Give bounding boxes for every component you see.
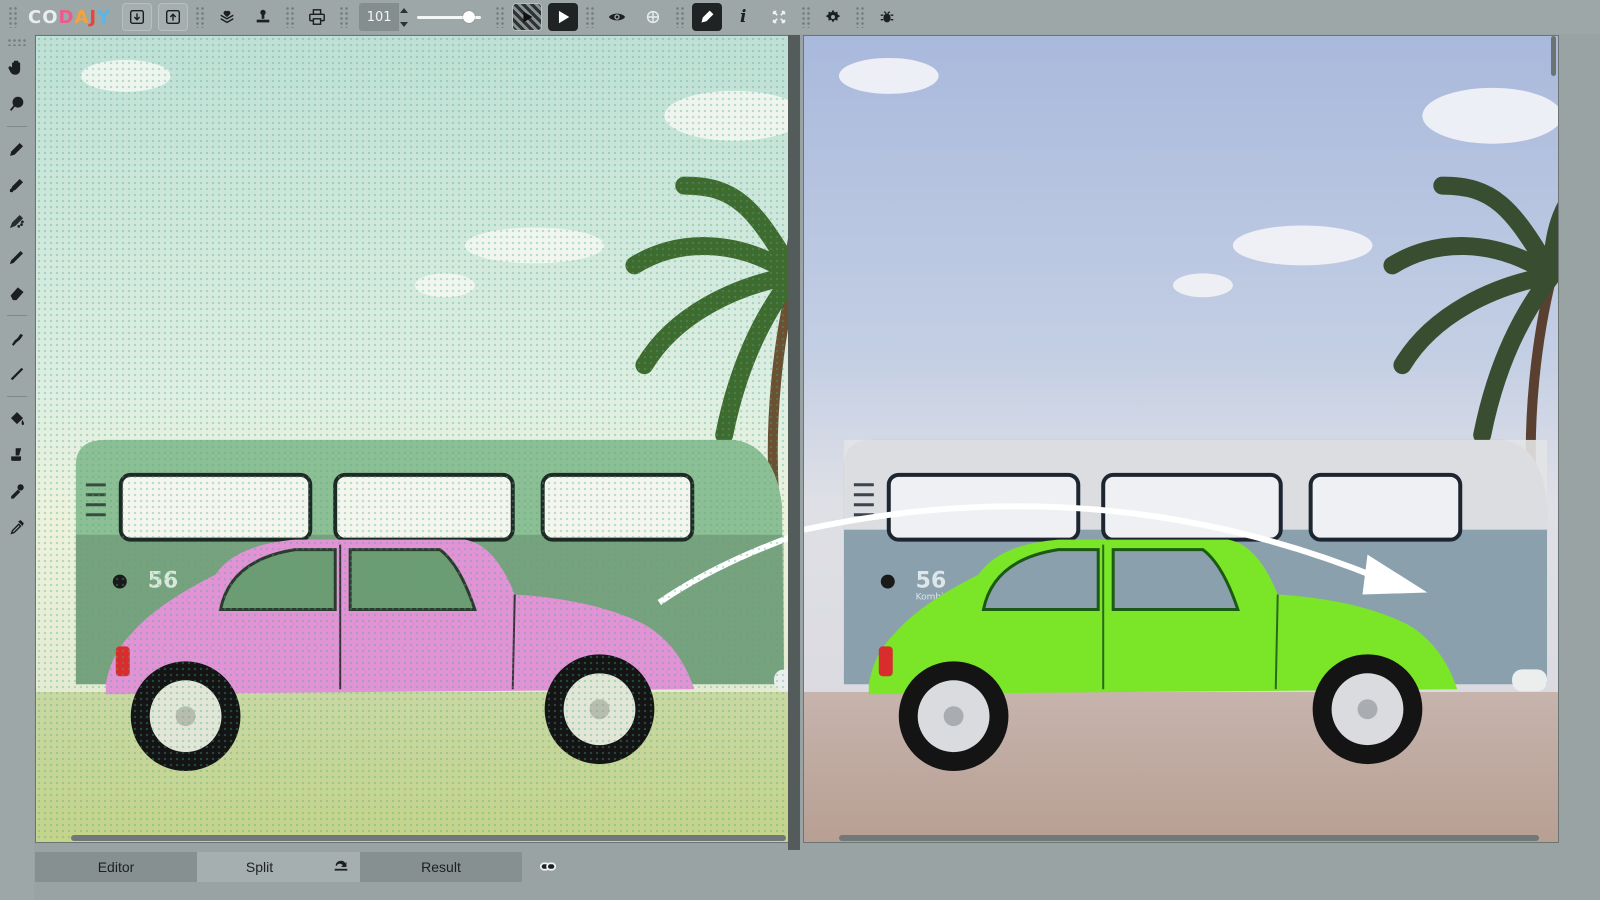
result-canvas[interactable]: 56 Kombi — [803, 35, 1559, 843]
toolbox-separator — [7, 315, 27, 316]
logo-letter: D — [58, 6, 75, 28]
brush-icon — [9, 250, 24, 265]
tab-editor[interactable]: Editor — [35, 852, 197, 882]
layers-heart-icon — [220, 10, 234, 24]
top-toolbar: CODAJY 101 i — [0, 0, 1600, 34]
toolbar-grip[interactable] — [585, 6, 596, 28]
download-icon — [130, 9, 145, 25]
stamp-icon — [256, 9, 270, 23]
result-horizontal-scrollbar[interactable] — [839, 835, 1539, 841]
fill-tool[interactable] — [4, 405, 30, 433]
toolbox-separator — [7, 126, 27, 127]
logo-letter: A — [74, 6, 90, 28]
logo-letter: O — [42, 6, 59, 28]
chevron-down-icon[interactable] — [400, 21, 409, 27]
play-frames-button[interactable] — [512, 3, 543, 31]
hide-icon — [647, 10, 660, 24]
toolbar-grip[interactable] — [495, 6, 506, 28]
hide-overlay-button[interactable] — [638, 3, 668, 31]
smudge-icon — [11, 333, 24, 346]
pencil-edit-icon — [701, 10, 714, 23]
editor-horizontal-scrollbar[interactable] — [71, 835, 786, 841]
info-icon: i — [739, 7, 747, 27]
split-divider[interactable] — [788, 35, 800, 850]
print-icon — [309, 9, 326, 25]
stamp-button[interactable] — [248, 3, 278, 31]
zoom-slider[interactable] — [417, 3, 482, 31]
upload-button[interactable] — [158, 3, 189, 31]
tab-result[interactable]: Result — [360, 852, 522, 882]
toolbar-grip[interactable] — [339, 6, 350, 28]
chevron-up-icon[interactable] — [400, 7, 409, 13]
stamp-tool-icon — [11, 448, 22, 461]
result-vertical-scrollbar[interactable] — [1551, 36, 1556, 76]
marker-tool[interactable] — [4, 171, 30, 199]
toolbar-grip[interactable] — [285, 6, 296, 28]
upload-icon — [166, 9, 181, 25]
pencil-tool[interactable] — [4, 135, 30, 163]
info-button[interactable]: i — [728, 3, 758, 31]
brush-tool[interactable] — [4, 243, 30, 271]
zoom-icon — [9, 96, 24, 111]
rotate-view-button[interactable] — [322, 852, 360, 882]
spray-icon — [9, 214, 24, 229]
line-tool[interactable] — [4, 360, 30, 388]
eraser-icon — [10, 287, 24, 301]
spray-tool[interactable] — [4, 207, 30, 235]
link-views-button[interactable] — [522, 852, 574, 882]
app-logo: CODAJY — [28, 7, 111, 28]
edit-grid-overlay — [36, 36, 797, 842]
logo-letter: J — [89, 6, 98, 28]
toolbar-grip[interactable] — [855, 6, 866, 28]
settings-icon — [825, 9, 841, 23]
toolbox-grip[interactable] — [7, 38, 27, 46]
toolbox-separator — [7, 396, 27, 397]
edit-mode-button[interactable] — [692, 3, 723, 31]
bug-icon — [880, 11, 894, 23]
logo-letter: C — [28, 6, 43, 28]
pencil-icon — [10, 142, 24, 156]
eyedropper-tool[interactable] — [4, 513, 30, 541]
toolbar-grip[interactable] — [675, 6, 686, 28]
hand-tool[interactable] — [4, 54, 30, 82]
zoom-tool[interactable] — [4, 90, 30, 118]
editor-canvas[interactable]: 56 — [35, 35, 798, 843]
layers-button[interactable] — [212, 3, 242, 31]
debug-button[interactable] — [872, 3, 902, 31]
eyedropper-icon — [10, 520, 24, 535]
color-picker-tool[interactable] — [4, 477, 30, 505]
play-striped-icon — [523, 11, 533, 23]
hand-icon — [8, 60, 21, 75]
play-button[interactable] — [548, 3, 579, 31]
rotate-icon — [334, 860, 348, 871]
fullscreen-button[interactable] — [764, 3, 794, 31]
download-button[interactable] — [122, 3, 153, 31]
fullscreen-icon — [772, 10, 786, 24]
eye-icon — [609, 13, 626, 21]
smudge-tool[interactable] — [4, 324, 30, 352]
toolbar-grip[interactable] — [801, 6, 812, 28]
marker-icon — [9, 178, 24, 193]
zoom-stepper[interactable] — [399, 3, 409, 31]
preview-button[interactable] — [602, 3, 632, 31]
tab-split[interactable]: Split — [197, 852, 322, 882]
fill-icon — [10, 412, 25, 426]
link-icon — [539, 862, 557, 871]
play-icon — [559, 10, 570, 24]
bus-plate-number: 56 — [916, 569, 947, 594]
settings-button[interactable] — [818, 3, 848, 31]
eraser-tool[interactable] — [4, 279, 30, 307]
result-photo: 56 Kombi — [804, 57, 1558, 772]
color-picker-icon — [11, 484, 24, 499]
print-button[interactable] — [302, 3, 332, 31]
line-icon — [10, 367, 24, 381]
zoom-slider-thumb[interactable] — [462, 11, 475, 23]
stamp-tool[interactable] — [4, 441, 30, 469]
view-tabs: Editor Split Result — [35, 852, 1565, 882]
zoom-value[interactable]: 101 — [359, 3, 400, 31]
toolbar-grip[interactable] — [195, 6, 206, 28]
left-toolbox — [0, 34, 34, 900]
logo-letter: Y — [97, 6, 112, 28]
toolbar-grip[interactable] — [8, 6, 18, 28]
